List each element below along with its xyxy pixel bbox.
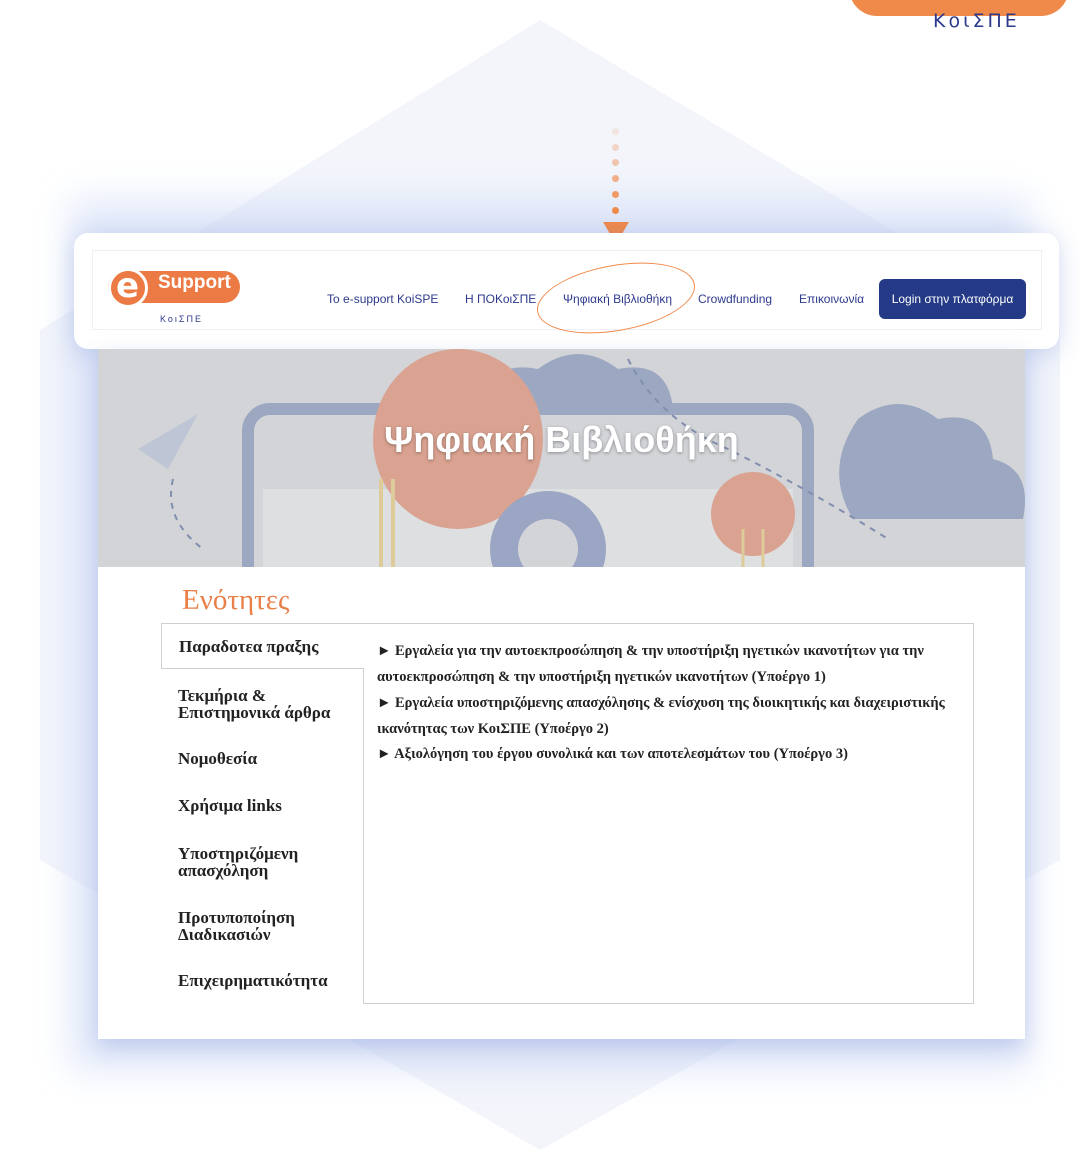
tab-useful-links[interactable]: Χρήσιμα links	[161, 797, 363, 814]
list-item[interactable]: ► Αξιολόγηση του έργου συνολικά και των …	[377, 741, 962, 767]
logo-subtitle: ΚοιΣΠΕ	[160, 314, 203, 324]
tab-documents-articles[interactable]: Τεκμήρια & Επιστημονικά άρθρα	[161, 687, 363, 721]
hero-banner: Ψηφιακή Βιβλιοθήκη	[98, 349, 1025, 567]
active-tab-connector	[362, 624, 365, 668]
nav-link-crowdfunding[interactable]: Crowdfunding	[698, 292, 772, 306]
arrow-dot	[612, 191, 619, 198]
tab-entrepreneurship[interactable]: Επιχειρηματικότητα	[161, 972, 363, 989]
sections-heading: Ενότητες	[182, 584, 290, 616]
nav-link-esupport[interactable]: Το e-support KoiSPE	[327, 292, 438, 306]
arrow-dot	[612, 144, 619, 151]
logo-letter: e	[116, 266, 140, 306]
arrow-dot	[612, 159, 619, 166]
login-button[interactable]: Login στην πλατφόρμα	[879, 279, 1026, 319]
tab-deliverables[interactable]: Παραδοτεα πραξης	[161, 623, 363, 669]
list-item[interactable]: ► Εργαλεία υποστηριζόμενης απασχόλησης &…	[377, 690, 962, 742]
nav-link-pokoispe[interactable]: Η ΠΟΚοιΣΠΕ	[465, 292, 536, 306]
arrow-dot	[612, 175, 619, 182]
nav-link-contact[interactable]: Επικοινωνία	[799, 292, 864, 306]
corner-brand-text: ΚοιΣΠΕ	[933, 10, 1020, 32]
tab-supported-employment[interactable]: Υποστηριζόμενη απασχόληση	[161, 845, 363, 879]
page-title: Ψηφιακή Βιβλιοθήκη	[384, 419, 739, 460]
arrow-dot	[612, 128, 619, 135]
esupport-logo[interactable]: e Support ΚοιΣΠΕ	[108, 266, 240, 328]
tab-legislation[interactable]: Νομοθεσία	[161, 750, 363, 767]
list-item[interactable]: ► Εργαλεία για την αυτοεκπροσώπηση & την…	[377, 638, 962, 690]
logo-word: Support	[158, 272, 231, 293]
arrow-dot	[612, 207, 619, 214]
tab-standardization[interactable]: Προτυποποίηση Διαδικασιών	[161, 909, 363, 943]
